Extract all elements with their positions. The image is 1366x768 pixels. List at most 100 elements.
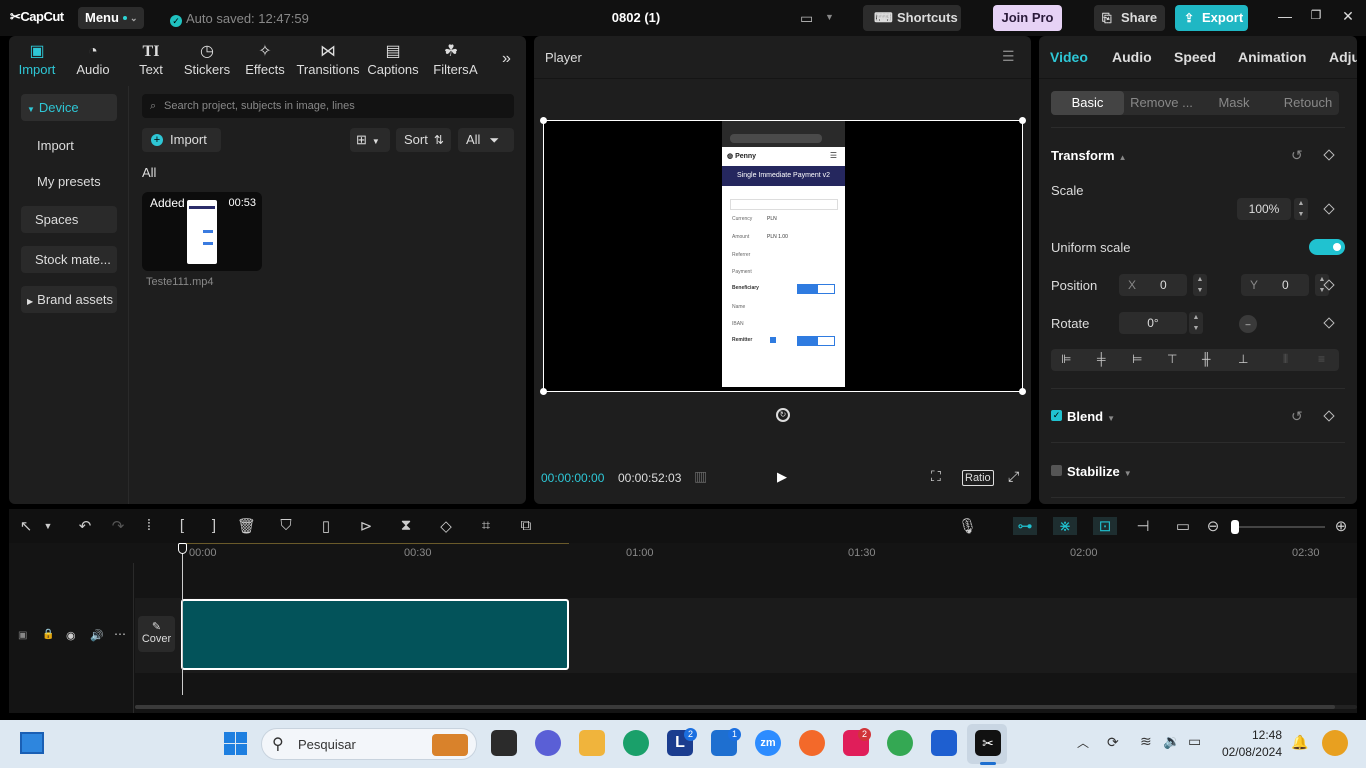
fullscreen-preview-icon[interactable]: ⛶ — [931, 468, 941, 485]
menu-button[interactable]: Menu ⌄ — [78, 7, 144, 29]
close-icon[interactable]: ✕ — [1333, 8, 1363, 25]
sidebar-item-brand-assets[interactable]: ▶ Brand assets — [21, 286, 117, 313]
scale-input[interactable]: 100% — [1237, 198, 1291, 220]
split-right-icon[interactable]: ] — [205, 517, 223, 534]
chrome-icon[interactable] — [887, 730, 913, 756]
stabilize-section[interactable]: Stabilize ▼ — [1067, 464, 1132, 479]
zoom-out-icon[interactable]: ⊖ — [1204, 517, 1222, 535]
playhead-handle[interactable] — [178, 543, 187, 554]
notification-bell-icon[interactable]: 🔔 — [1291, 734, 1308, 751]
rotate-clip-icon[interactable]: ◇ — [437, 517, 455, 535]
chevron-up-icon[interactable]: ︿ — [1077, 734, 1089, 751]
microphone-icon[interactable]: 🎙 — [958, 517, 977, 535]
select-cursor-icon[interactable]: ↖ — [17, 517, 35, 535]
zoom-slider-handle[interactable] — [1231, 520, 1239, 534]
task-view-icon[interactable] — [491, 730, 517, 756]
delete-icon[interactable]: 🗑 — [237, 517, 256, 535]
auto-snap-icon[interactable]: ⋇ — [1053, 517, 1077, 535]
position-x-stepper[interactable]: ▲ ▼ — [1193, 274, 1207, 296]
keyframe-icon[interactable] — [1323, 149, 1335, 161]
linkage-icon[interactable]: ⊡ — [1093, 517, 1117, 535]
stabilize-checkbox[interactable] — [1051, 465, 1062, 476]
blend-section[interactable]: Blend ▼ — [1067, 409, 1115, 424]
zoom-app-icon[interactable]: zm — [755, 730, 781, 756]
tab-effects[interactable]: ✧ Effects — [237, 42, 293, 77]
rotate-input[interactable]: 0° — [1119, 312, 1187, 334]
playhead[interactable] — [182, 543, 183, 695]
rotate-icon[interactable]: ↻ — [776, 408, 790, 422]
freeze-icon[interactable]: ▯ — [317, 517, 335, 535]
speaker-icon[interactable]: 🔊 — [90, 629, 104, 642]
align-middle-icon[interactable]: ╫ — [1202, 352, 1211, 366]
zoom-in-icon[interactable]: ⊕ — [1332, 517, 1350, 535]
minimize-icon[interactable]: — — [1270, 8, 1300, 24]
tab-speed[interactable]: Speed — [1174, 49, 1216, 65]
subtab-remove[interactable]: Remove ... — [1124, 91, 1199, 115]
rotation-dial[interactable]: – — [1239, 315, 1257, 333]
more-tabs-icon[interactable]: » — [502, 50, 511, 68]
undo-icon[interactable]: ↶ — [76, 517, 94, 535]
share-button[interactable]: ⎘ Share — [1094, 5, 1165, 31]
subtab-mask[interactable]: Mask — [1199, 91, 1269, 115]
track-toggle-icon[interactable]: ▣ — [18, 630, 27, 641]
tab-transitions[interactable]: ⋈ Transitions — [296, 42, 360, 77]
firefox-icon[interactable] — [799, 730, 825, 756]
chevron-down-icon[interactable]: ▼ — [825, 12, 834, 22]
tab-audio-props[interactable]: Audio — [1112, 49, 1152, 65]
horizontal-scrollbar[interactable] — [135, 705, 1357, 709]
tab-audio[interactable]: ◔ Audio — [65, 42, 121, 77]
align-bottom-icon[interactable]: ⊥ — [1238, 352, 1248, 366]
tab-captions[interactable]: ▤ Captions — [365, 42, 421, 77]
tab-import[interactable]: ▣ Import — [9, 42, 65, 77]
windows-start-icon[interactable] — [224, 732, 248, 756]
video-canvas[interactable]: ◍ Penny ☰ Single Immediate Payment v2 Cu… — [540, 117, 1026, 395]
mirror-icon[interactable]: ⧗ — [397, 517, 415, 534]
sidebar-item-spaces[interactable]: Spaces — [21, 206, 117, 233]
media-thumbnail[interactable]: Added 00:53 — [142, 192, 262, 271]
split-icon[interactable]: ⁞ — [140, 517, 158, 534]
tab-adjustment[interactable]: Adju — [1329, 49, 1357, 65]
marker-icon[interactable]: ⛉ — [277, 517, 295, 534]
blend-checkbox[interactable]: ✓ — [1051, 410, 1062, 421]
reset-icon[interactable]: ↺ — [1291, 408, 1303, 425]
ratio-button[interactable]: Ratio — [962, 470, 994, 486]
resize-handle[interactable] — [1019, 117, 1026, 124]
sidebar-item-stock[interactable]: Stock mate... — [21, 246, 117, 273]
filter-button[interactable]: All ⏷ — [458, 128, 514, 152]
preview-axis-icon[interactable]: ⊣ — [1134, 517, 1152, 535]
align-top-icon[interactable]: ⊤ — [1167, 352, 1177, 366]
eye-icon[interactable]: ◉ — [66, 629, 76, 642]
rotate-stepper[interactable]: ▲ ▼ — [1189, 312, 1203, 334]
volume-icon[interactable]: 🔉 — [1163, 733, 1180, 750]
distribute-horizontal-icon[interactable]: ⫴ — [1283, 352, 1288, 367]
time-ruler[interactable]: 00:00 00:30 01:00 01:30 02:00 02:30 — [9, 543, 1357, 563]
position-x-input[interactable]: X0 — [1119, 274, 1187, 296]
position-y-input[interactable]: Y0 — [1241, 274, 1309, 296]
keyframe-icon[interactable] — [1323, 203, 1335, 215]
clock-date[interactable]: 02/08/2024 — [1212, 745, 1282, 759]
clock-time[interactable]: 12:48 — [1222, 728, 1282, 742]
sidebar-item-device[interactable]: ▼ Device — [21, 94, 117, 121]
wifi-icon[interactable]: ≋ — [1140, 733, 1152, 750]
sidebar-item-my-presets[interactable]: My presets — [21, 168, 117, 195]
reset-icon[interactable]: ↺ — [1291, 147, 1303, 164]
zoom-slider[interactable] — [1239, 526, 1325, 528]
export-button[interactable]: ⇪ Export — [1175, 5, 1248, 31]
reverse-icon[interactable]: ⊳ — [357, 517, 375, 535]
crop-icon[interactable]: ⌗ — [477, 517, 495, 534]
chevron-down-icon[interactable]: ▼ — [39, 521, 57, 531]
project-title[interactable]: 0802 (1) — [560, 10, 712, 25]
view-mode-button[interactable]: ⊞ ▼ — [350, 128, 390, 152]
tab-animation[interactable]: Animation — [1238, 49, 1306, 65]
timeline-view-icon[interactable]: ▥ — [694, 468, 707, 485]
tab-video[interactable]: Video — [1050, 49, 1088, 65]
hamburger-icon[interactable]: ☰ — [1002, 48, 1015, 65]
align-left-icon[interactable]: ⊫ — [1061, 352, 1071, 366]
battery-icon[interactable]: ▭ — [1188, 733, 1201, 750]
shortcuts-button[interactable]: ⌨ Shortcuts — [863, 5, 961, 31]
distribute-vertical-icon[interactable]: ≡ — [1318, 352, 1325, 366]
defender-icon[interactable] — [931, 730, 957, 756]
scale-stepper[interactable]: ▲ ▼ — [1294, 198, 1308, 220]
pro-feature-icon[interactable]: ⧉ — [517, 517, 535, 534]
transform-section[interactable]: Transform ▲ — [1051, 148, 1127, 163]
